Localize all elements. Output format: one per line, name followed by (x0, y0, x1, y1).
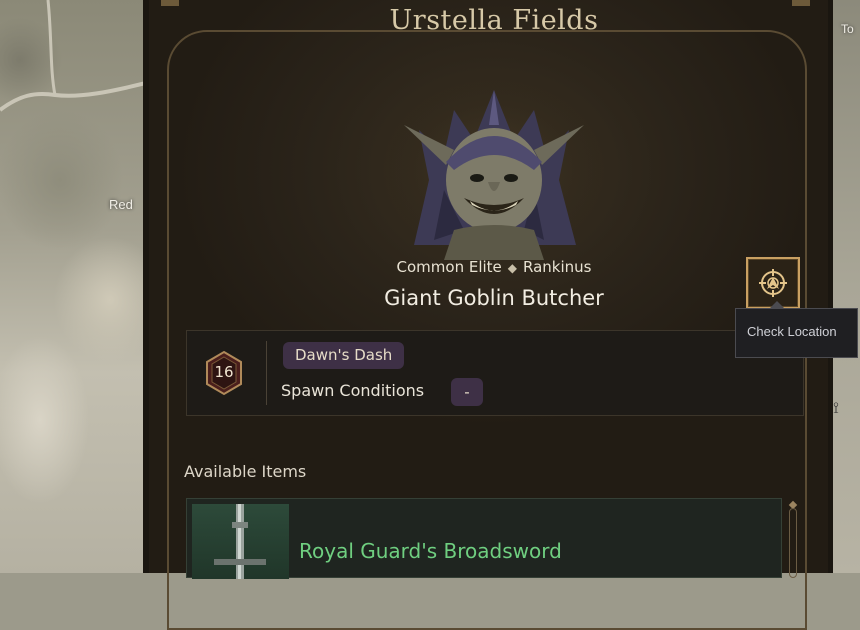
map-road (0, 0, 150, 112)
compass-target-icon (759, 269, 787, 297)
item-row[interactable]: Royal Guard's Broadsword (186, 498, 782, 579)
spawn-conditions-label: Spawn Conditions (281, 381, 425, 400)
available-items-label: Available Items (184, 462, 307, 481)
spawn-conditions-value: - (451, 378, 483, 406)
map-label-red: Red (109, 197, 133, 212)
monster-name: Giant Goblin Butcher (384, 286, 604, 310)
monster-portrait (384, 70, 604, 260)
check-location-tooltip: Check Location (735, 308, 858, 358)
monster-info-panel: Urstella Fields Common Elite ◆ Rankinus … (143, 0, 833, 630)
info-divider (266, 341, 267, 405)
level-badge: 16 (203, 350, 245, 396)
diamond-separator-icon: ◆ (507, 261, 517, 275)
world-map-left[interactable] (0, 0, 150, 573)
mouse-cursor-icon: ⟟ (833, 398, 839, 417)
map-label-to: To (841, 22, 854, 36)
monster-grade: Common Elite (396, 258, 502, 276)
monster-subtitle: Common Elite ◆ Rankinus (149, 258, 839, 276)
region-title: Urstella Fields (389, 5, 599, 36)
item-name: Royal Guard's Broadsword (299, 539, 562, 563)
tooltip-arrow (770, 301, 784, 308)
monster-info-box: 16 Dawn's Dash Spawn Conditions - (186, 330, 804, 416)
scrollbar[interactable] (789, 508, 797, 578)
level-number: 16 (214, 363, 234, 381)
event-tag[interactable]: Dawn's Dash (283, 342, 405, 369)
broadsword-item-icon (192, 504, 289, 579)
monster-type: Rankinus (523, 258, 592, 276)
